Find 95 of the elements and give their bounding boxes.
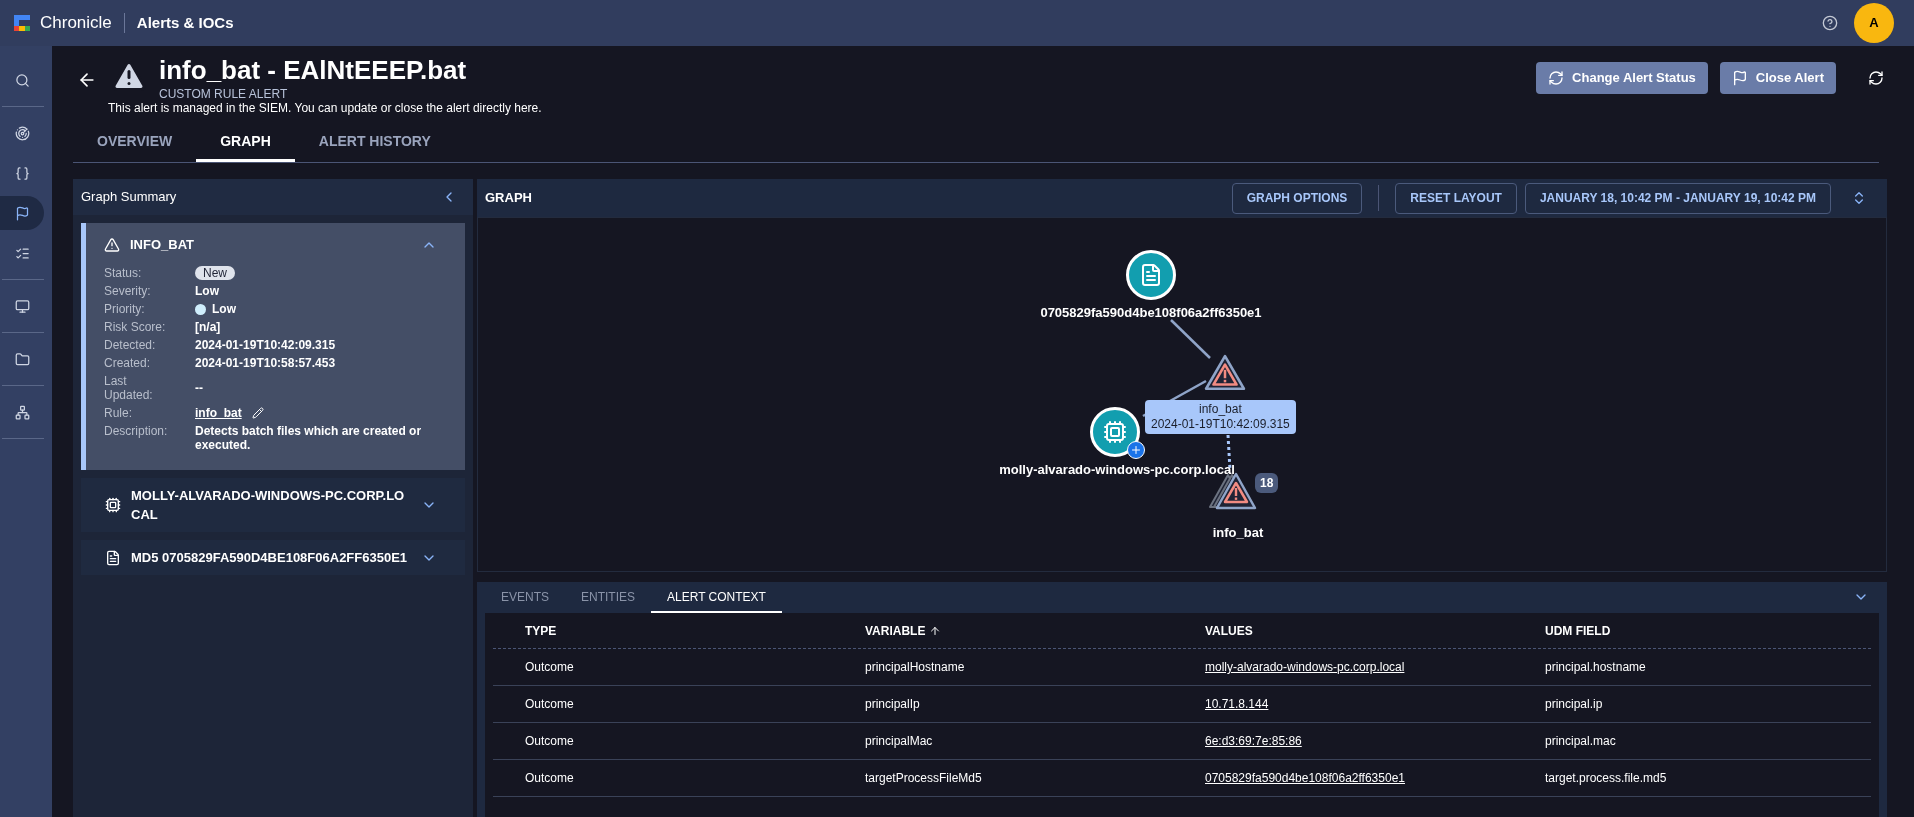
field-value: [n/a] [195,320,221,334]
alert-node [1204,354,1246,392]
value-link[interactable]: 0705829fa590d4be108f06a2ff6350e1 [1205,769,1405,787]
card-title: MD5 0705829FA590D4BE108F06A2FF6350E1 [131,549,409,567]
field-label: Last Updated: [104,374,154,402]
card-title: MOLLY-ALVARADO-WINDOWS-PC.CORP.LOCAL [131,487,406,524]
field-value: 2024-01-19T10:58:57.453 [195,356,336,370]
column-header[interactable]: VARIABLE [865,621,926,640]
field-label: Status: [104,266,143,280]
field-value: Low [212,302,236,316]
alert-subtitle: CUSTOM RULE ALERT [159,86,289,102]
status-badge: New [195,266,235,280]
radar-icon [14,125,30,141]
summary-card[interactable] [81,223,465,470]
tree-icon [14,404,30,420]
column-header[interactable]: VALUES [1205,621,1253,640]
card-title: INFO_BAT [130,236,196,254]
table-cell-text: principal.hostname [1545,659,1646,676]
tab[interactable]: EVENTS [485,583,565,613]
edit-icon[interactable] [251,407,264,419]
tooltip-title: info_bat [1198,402,1243,417]
logo-icon [12,13,32,33]
change-status-button[interactable]: Change Alert Status [1536,62,1708,94]
expand-node-button[interactable] [1127,441,1145,459]
file-node[interactable] [1126,250,1176,300]
table-cell-text: Outcome [525,733,574,750]
flag-icon [14,205,30,221]
user-avatar[interactable]: A [1854,3,1894,43]
count-badge: 18 [1255,473,1279,493]
reset-layout-button[interactable]: RESET LAYOUT [1395,182,1517,214]
field-label: Description: [104,424,169,440]
table-cell-text: target.process.file.md5 [1545,770,1667,787]
tab[interactable]: OVERVIEW [73,124,197,162]
sort-arrow-icon[interactable] [929,624,942,637]
section-title: Alerts & IOCs [136,12,234,33]
tooltip-time: 2024-01-19T10:42:09.315 [1151,417,1290,432]
graph-options-button[interactable]: GRAPH OPTIONS [1231,182,1363,214]
field-label: Created: [104,356,152,370]
table-cell-text: principalIp [865,696,920,713]
close-alert-button[interactable]: Close Alert [1719,62,1836,94]
tab[interactable]: ALERT HISTORY [294,124,455,162]
field-label: Severity: [104,284,152,298]
field-value: 2024-01-19T10:42:09.315 [195,338,336,352]
node-label: molly-alvarado-windows-pc.corp.local [999,461,1235,479]
summary-card[interactable]: MOLLY-ALVARADO-WINDOWS-PC.CORP.LOCAL [81,478,465,532]
folder-icon [14,351,30,367]
table-cell-text: principal.mac [1545,733,1616,750]
field-value: -- [195,381,203,395]
monitor-icon [14,298,30,314]
value-link[interactable]: molly-alvarado-windows-pc.corp.local [1205,658,1405,676]
refresh-icon [1548,70,1565,86]
tab[interactable]: GRAPH [196,124,295,162]
field-label: Rule: [104,406,133,420]
edge-line [1170,319,1211,359]
braces-icon [14,165,30,181]
panel-title: GRAPH [485,189,533,208]
table-cell-text: Outcome [525,659,574,676]
warning-icon [104,236,120,253]
value-link[interactable]: 10.71.8.144 [1205,695,1269,713]
chip-icon [1103,420,1127,444]
panel-title: Graph Summary [81,188,178,207]
field-label: Risk Score: [104,320,167,334]
value-link[interactable]: 6e:d3:69:7e:85:86 [1205,732,1302,750]
table-cell-text: targetProcessFileMd5 [865,770,982,787]
flag-icon [1731,70,1748,86]
table-cell-text: principal.ip [1545,696,1603,713]
node-label: info_bat [1212,524,1264,542]
rule-link[interactable]: info_bat [195,406,242,420]
date-range-button[interactable]: JANUARY 18, 10:42 PM - JANUARY 19, 10:42 PM [1524,182,1831,214]
column-header[interactable]: UDM FIELD [1545,621,1611,640]
refresh-icon[interactable] [1868,70,1884,86]
list-icon [14,245,30,261]
product-name: Chronicle [40,12,112,35]
document-icon [105,549,121,566]
alert-description: This alert is managed in the SIEM. You can update or close the alert directly here. [108,100,543,116]
table-cell-text: principalHostname [865,659,965,676]
table-cell-text: Outcome [525,696,574,713]
summary-card[interactable]: MD5 0705829FA590D4BE108F06A2FF6350E1 [81,540,465,575]
field-value: Low [195,284,219,298]
node-label: 0705829fa590d4be108f06a2ff6350e1 [1040,304,1262,322]
alert-title: info_bat - EAlNtEEEP.bat [159,54,467,86]
document-icon [1139,263,1163,287]
plus-icon [1130,444,1142,456]
field-label: Detected: [104,338,157,352]
table-cell-text: Outcome [525,770,574,787]
host-node[interactable] [1090,407,1140,457]
help-icon[interactable] [1822,15,1838,31]
search-icon [14,72,30,88]
tab[interactable]: ENTITIES [565,583,652,613]
field-label: Priority: [104,302,146,316]
table-cell-text: principalMac [865,733,933,750]
column-header[interactable]: TYPE [525,621,557,640]
chip-icon [105,497,121,513]
field-value: Detects batch files which are created or executed. [195,424,423,452]
nav-item[interactable] [0,196,44,230]
